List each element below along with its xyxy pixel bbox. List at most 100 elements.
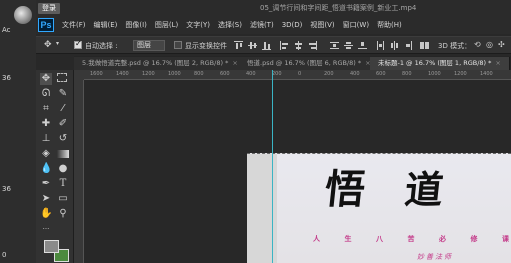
tab-doc-1[interactable]: 5.我做悟道完整.psd @ 16.7% (图层 2, RGB/8) * × bbox=[74, 57, 247, 70]
align-right-icon[interactable] bbox=[308, 41, 317, 50]
auto-select-checkbox[interactable] bbox=[74, 39, 82, 49]
3d-roll-icon[interactable]: ◎ bbox=[486, 40, 493, 49]
ruler-tick: 1200 bbox=[454, 71, 467, 77]
ruler-tick: 400 bbox=[350, 71, 360, 77]
vertical-ruler[interactable] bbox=[74, 80, 84, 263]
desktop-label-mid: 36 bbox=[2, 74, 11, 82]
ruler-corner[interactable] bbox=[74, 70, 84, 80]
subtitle-char: 生 bbox=[344, 235, 352, 243]
ruler-tick: 1200 bbox=[142, 71, 155, 77]
auto-select-dropdown[interactable]: 图层 bbox=[133, 40, 165, 51]
ruler-tick: 800 bbox=[194, 71, 204, 77]
rectangle-tool-icon[interactable]: ▭ bbox=[57, 193, 69, 205]
eraser-tool-icon[interactable]: ◈ bbox=[40, 148, 52, 160]
3d-orbit-icon[interactable]: ⟲ bbox=[474, 40, 481, 49]
tab-doc-2-label: 悟道.psd @ 16.7% (图层 6, RGB/8) * bbox=[247, 59, 362, 67]
subtitle-char: 修 bbox=[470, 235, 478, 243]
healing-brush-tool-icon[interactable]: ✚ bbox=[40, 118, 52, 130]
calligraphy-char-1[interactable]: 悟 bbox=[323, 166, 368, 213]
ruler-tick: 200 bbox=[324, 71, 334, 77]
move-tool-icon[interactable]: ✥ bbox=[44, 40, 52, 50]
auto-select-label: 自动选择 : bbox=[85, 42, 118, 50]
subtitle-char: 课 bbox=[502, 235, 509, 243]
align-bottom-icon[interactable] bbox=[262, 41, 271, 50]
align-left-icon[interactable] bbox=[280, 41, 289, 50]
ruler-tick: 1000 bbox=[168, 71, 181, 77]
close-icon[interactable]: × bbox=[232, 59, 237, 67]
3d-pan-icon[interactable]: ✣ bbox=[498, 40, 505, 49]
distribute-vcenter-icon[interactable] bbox=[344, 41, 353, 50]
menu-file[interactable]: 文件(F) bbox=[62, 20, 86, 30]
photoshop-logo: Ps bbox=[38, 18, 54, 32]
crop-tool-icon[interactable]: ⌗ bbox=[40, 103, 52, 115]
distribute-right-icon[interactable] bbox=[404, 41, 413, 50]
menu-view[interactable]: 视图(V) bbox=[310, 20, 334, 30]
mode-3d-label: 3D 模式： bbox=[438, 42, 472, 50]
move-tool-icon[interactable]: ✥ bbox=[40, 73, 52, 85]
menu-help[interactable]: 帮助(H) bbox=[377, 20, 402, 30]
tab-doc-3[interactable]: 未标题-1 @ 16.7% (图层 1, RGB/8) * × bbox=[370, 57, 510, 70]
dodge-tool-icon[interactable]: ● bbox=[57, 163, 69, 175]
vertical-guide-line[interactable] bbox=[272, 70, 273, 263]
auto-align-icon[interactable] bbox=[420, 41, 429, 50]
ruler-tick: 1400 bbox=[480, 71, 493, 77]
menu-edit[interactable]: 编辑(E) bbox=[94, 20, 118, 30]
title-bar: 登录 05_调节行间和字间距_悟道书籍案例_新业工.mp4 bbox=[36, 0, 511, 16]
subtitle-text-layer[interactable]: 人 生 八 苦 必 修 课 bbox=[313, 234, 509, 244]
path-select-tool-icon[interactable]: ➤ bbox=[40, 193, 52, 205]
document-tab-bar: 5.我做悟道完整.psd @ 16.7% (图层 2, RGB/8) * × 悟道… bbox=[74, 56, 511, 70]
clone-stamp-tool-icon[interactable]: ⊥ bbox=[40, 133, 52, 145]
options-bar: ✥ ▾ 自动选择 : 图层 显示变换控件 3D 模式： ⟲ ◎ ✣ bbox=[36, 36, 511, 54]
close-icon[interactable]: × bbox=[495, 59, 500, 67]
menu-type[interactable]: 文字(Y) bbox=[186, 20, 210, 30]
menu-image[interactable]: 图像(I) bbox=[125, 20, 147, 30]
menu-select[interactable]: 选择(S) bbox=[218, 20, 242, 30]
quick-select-tool-icon[interactable]: ✎ bbox=[57, 88, 69, 100]
calligraphy-char-2[interactable]: 道 bbox=[403, 167, 446, 212]
align-top-icon[interactable] bbox=[234, 41, 243, 50]
tab-doc-2[interactable]: 悟道.psd @ 16.7% (图层 6, RGB/8) * × bbox=[239, 57, 380, 70]
zoom-tool-icon[interactable]: ⚲ bbox=[57, 208, 69, 220]
blur-tool-icon[interactable]: 💧 bbox=[40, 163, 52, 175]
align-vcenter-icon[interactable] bbox=[248, 41, 257, 50]
chevron-down-icon[interactable]: ▾ bbox=[56, 40, 59, 47]
brush-tool-icon[interactable]: ✐ bbox=[57, 118, 69, 130]
ruler-tick: 400 bbox=[246, 71, 256, 77]
app-icon[interactable] bbox=[14, 6, 32, 24]
ruler-tick: 1600 bbox=[90, 71, 103, 77]
align-hcenter-icon[interactable] bbox=[294, 41, 303, 50]
menu-filter[interactable]: 滤镜(T) bbox=[250, 20, 274, 30]
pen-tool-icon[interactable]: ✒ bbox=[40, 178, 52, 190]
type-tool-icon[interactable]: T bbox=[57, 178, 69, 190]
eyedropper-tool-icon[interactable]: ⁄ bbox=[57, 103, 69, 115]
ruler-tick: 1000 bbox=[428, 71, 441, 77]
distribute-hcenter-icon[interactable] bbox=[390, 41, 399, 50]
gradient-tool-icon[interactable] bbox=[57, 150, 69, 158]
distribute-top-icon[interactable] bbox=[330, 41, 339, 50]
video-file-title: 05_调节行间和字间距_悟道书籍案例_新业工.mp4 bbox=[260, 4, 417, 12]
document-canvas[interactable]: 悟 道 人 生 八 苦 必 修 课 妙善法师 bbox=[247, 153, 511, 263]
history-brush-tool-icon[interactable]: ↺ bbox=[57, 133, 69, 145]
subtitle-char: 人 bbox=[313, 235, 320, 243]
distribute-bottom-icon[interactable] bbox=[358, 41, 367, 50]
edit-toolbar-icon[interactable]: ··· bbox=[40, 223, 52, 235]
distribute-left-icon[interactable] bbox=[376, 41, 385, 50]
ruler-tick: 800 bbox=[402, 71, 412, 77]
menu-window[interactable]: 窗口(W) bbox=[343, 20, 369, 30]
subtitle-char: 八 bbox=[376, 235, 383, 243]
desktop-label-bottom: 0 bbox=[2, 251, 7, 259]
menu-3d[interactable]: 3D(D) bbox=[282, 21, 303, 29]
horizontal-ruler[interactable]: 1600 1400 1200 1000 800 600 400 200 0 20… bbox=[84, 70, 511, 80]
author-text-layer[interactable]: 妙善法师 bbox=[417, 252, 453, 262]
subtitle-char: 必 bbox=[439, 235, 446, 243]
tab-doc-3-label: 未标题-1 @ 16.7% (图层 1, RGB/8) * bbox=[378, 59, 492, 67]
desktop-strip: Ac 36 36 0 bbox=[0, 0, 36, 263]
marquee-tool-icon[interactable] bbox=[57, 73, 67, 82]
login-button[interactable]: 登录 bbox=[38, 3, 60, 14]
ruler-tick: 600 bbox=[220, 71, 230, 77]
show-transform-checkbox[interactable] bbox=[174, 41, 182, 49]
foreground-color-swatch[interactable] bbox=[44, 240, 59, 253]
hand-tool-icon[interactable]: ✋ bbox=[40, 208, 52, 220]
menu-layer[interactable]: 图层(L) bbox=[155, 20, 178, 30]
lasso-tool-icon[interactable]: ᘏ bbox=[40, 88, 52, 100]
